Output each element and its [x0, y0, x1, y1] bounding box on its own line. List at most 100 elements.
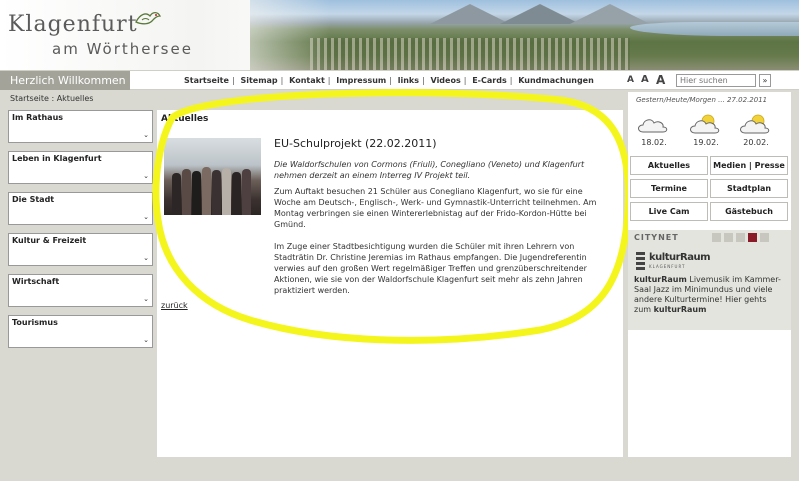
quick-link-medien-presse[interactable]: Medien | Presse	[710, 156, 788, 175]
breadcrumb: Startseite : Aktuelles	[10, 94, 94, 103]
weather-day-label: 19.02.	[693, 138, 719, 147]
nav-separator: |	[509, 76, 513, 85]
nav-separator: |	[327, 76, 331, 85]
chevron-down-icon: ⌄	[143, 172, 149, 180]
cloud-icon	[638, 119, 668, 133]
back-link[interactable]: zurück	[161, 301, 188, 310]
dragon-logo-icon	[135, 11, 162, 25]
search-submit-button[interactable]: »	[759, 74, 771, 87]
nav-link-sitemap[interactable]: Sitemap	[240, 76, 277, 85]
town-shape	[310, 38, 630, 70]
right-sidebar: Gestern/Heute/Morgen ... 27.02.2011 18.0…	[628, 92, 791, 457]
font-size-large-button[interactable]: A	[656, 73, 665, 87]
carousel-dot-active[interactable]	[748, 233, 757, 242]
logo-text-line2: am Wörthersee	[52, 40, 193, 58]
photo-figure	[172, 173, 181, 215]
article-paragraph-2: Im Zuge einer Stadtbesichtigung wurden d…	[274, 242, 587, 295]
section-heading: Aktuelles	[161, 114, 209, 124]
article-lead: Die Waldorfschulen von Cormons (Friuli),…	[274, 160, 585, 180]
photo-figure	[212, 170, 221, 215]
citynet-brand-link[interactable]: kulturRaum	[654, 305, 707, 314]
font-size-small-button[interactable]: A	[627, 73, 634, 87]
chevron-down-icon: ⌄	[143, 336, 149, 344]
sidebar-select-label: Die Stadt	[12, 195, 55, 204]
photo-figure	[192, 171, 201, 215]
weather-day-3: 20.02.	[736, 112, 776, 147]
photo-figure	[182, 169, 191, 215]
quick-link-stadtplan[interactable]: Stadtplan	[710, 179, 788, 198]
logo-text-line1: Klagenfurt	[8, 12, 138, 37]
logo[interactable]: Klagenfurt am Wörthersee	[0, 0, 330, 70]
nav-link-videos[interactable]: Videos	[431, 76, 461, 85]
sun-cloud-icon	[690, 114, 720, 134]
weather-day-2: 19.02.	[686, 112, 726, 147]
site-header: Klagenfurt am Wörthersee	[0, 0, 799, 70]
article-paragraph-1: Zum Auftakt besuchen 21 Schüler aus Cone…	[274, 187, 597, 229]
nav-separator: |	[231, 76, 235, 85]
sidebar-select-tourismus[interactable]: Tourismus ⌄	[8, 315, 153, 348]
mountain-shape	[500, 4, 580, 24]
quick-link-live-cam[interactable]: Live Cam	[630, 202, 708, 221]
kulturraum-logo-text: kulturRaum	[649, 252, 711, 263]
main-content: Aktuelles EU-Schulprojekt (22.02.2011) D…	[157, 110, 623, 457]
quick-link-termine[interactable]: Termine	[630, 179, 708, 198]
chevron-down-icon: ⌄	[143, 295, 149, 303]
sidebar-select-wirtschaft[interactable]: Wirtschaft ⌄	[8, 274, 153, 307]
article-title: EU-Schulprojekt (22.02.2011)	[274, 137, 437, 150]
nav-link-startseite[interactable]: Startseite	[184, 76, 229, 85]
header-panorama-image	[250, 0, 799, 70]
nav-separator: |	[422, 76, 425, 85]
nav-link-links[interactable]: links	[398, 76, 419, 85]
carousel-dots	[712, 233, 772, 244]
welcome-label: Herzlich Willkommen	[0, 71, 130, 90]
quick-link-gaestebuch[interactable]: Gästebuch	[710, 202, 788, 221]
chevron-down-icon: ⌄	[143, 131, 149, 139]
nav-link-ecards[interactable]: E-Cards	[472, 76, 507, 85]
nav-separator: |	[463, 76, 467, 85]
chevron-down-icon: ⌄	[143, 254, 149, 262]
citynet-box: CITYNET kulturRaum KLAGENFURT kulturRaum…	[628, 230, 791, 330]
nav-link-impressum[interactable]: Impressum	[336, 76, 386, 85]
lake-shape	[630, 22, 799, 36]
quick-link-aktuelles[interactable]: Aktuelles	[630, 156, 708, 175]
nav-link-kontakt[interactable]: Kontakt	[289, 76, 325, 85]
nav-link-kundmachungen[interactable]: Kundmachungen	[518, 76, 594, 85]
nav-separator: |	[280, 76, 284, 85]
carousel-dot[interactable]	[712, 233, 721, 242]
photo-figure	[202, 167, 211, 215]
sidebar-select-label: Im Rathaus	[12, 113, 64, 122]
weather-day-1: 18.02.	[634, 112, 674, 147]
photo-figure	[222, 168, 231, 215]
chevron-down-icon: ⌄	[143, 213, 149, 221]
sidebar-select-label: Leben in Klagenfurt	[12, 154, 102, 163]
citynet-text: kulturRaum Livemusik im Kammer-Saal Jazz…	[634, 275, 784, 315]
nav-links: Startseite | Sitemap | Kontakt | Impressum |…	[184, 71, 594, 90]
kulturraum-logo-icon	[636, 252, 645, 272]
citynet-title: CITYNET	[634, 233, 679, 242]
top-navbar: Herzlich Willkommen Startseite | Sitemap |…	[0, 70, 799, 90]
carousel-dot[interactable]	[736, 233, 745, 242]
citynet-brand-inline: kulturRaum	[634, 275, 687, 284]
mountain-shape	[570, 4, 650, 24]
weather-date: Gestern/Heute/Morgen ... 27.02.2011	[636, 96, 768, 104]
sidebar-select-im-rathaus[interactable]: Im Rathaus ⌄	[8, 110, 153, 143]
sidebar-select-label: Wirtschaft	[12, 277, 60, 286]
font-size-medium-button[interactable]: A	[641, 73, 649, 87]
sidebar: Im Rathaus ⌄ Leben in Klagenfurt ⌄ Die S…	[8, 110, 153, 356]
kulturraum-logo-subtext: KLAGENFURT	[649, 264, 686, 269]
mountain-shape	[430, 4, 510, 24]
sidebar-select-label: Tourismus	[12, 318, 58, 327]
sidebar-select-kultur[interactable]: Kultur & Freizeit ⌄	[8, 233, 153, 266]
sidebar-select-label: Kultur & Freizeit	[12, 236, 87, 245]
weather-day-label: 20.02.	[743, 138, 769, 147]
sidebar-select-die-stadt[interactable]: Die Stadt ⌄	[8, 192, 153, 225]
sidebar-select-leben[interactable]: Leben in Klagenfurt ⌄	[8, 151, 153, 184]
search-input[interactable]	[676, 74, 756, 87]
photo-figure	[242, 169, 251, 215]
kulturraum-logo[interactable]: kulturRaum KLAGENFURT	[636, 252, 716, 272]
nav-separator: |	[389, 76, 392, 85]
weather-day-label: 18.02.	[641, 138, 667, 147]
carousel-dot[interactable]	[760, 233, 769, 242]
carousel-dot[interactable]	[724, 233, 733, 242]
article-photo[interactable]	[164, 138, 261, 215]
